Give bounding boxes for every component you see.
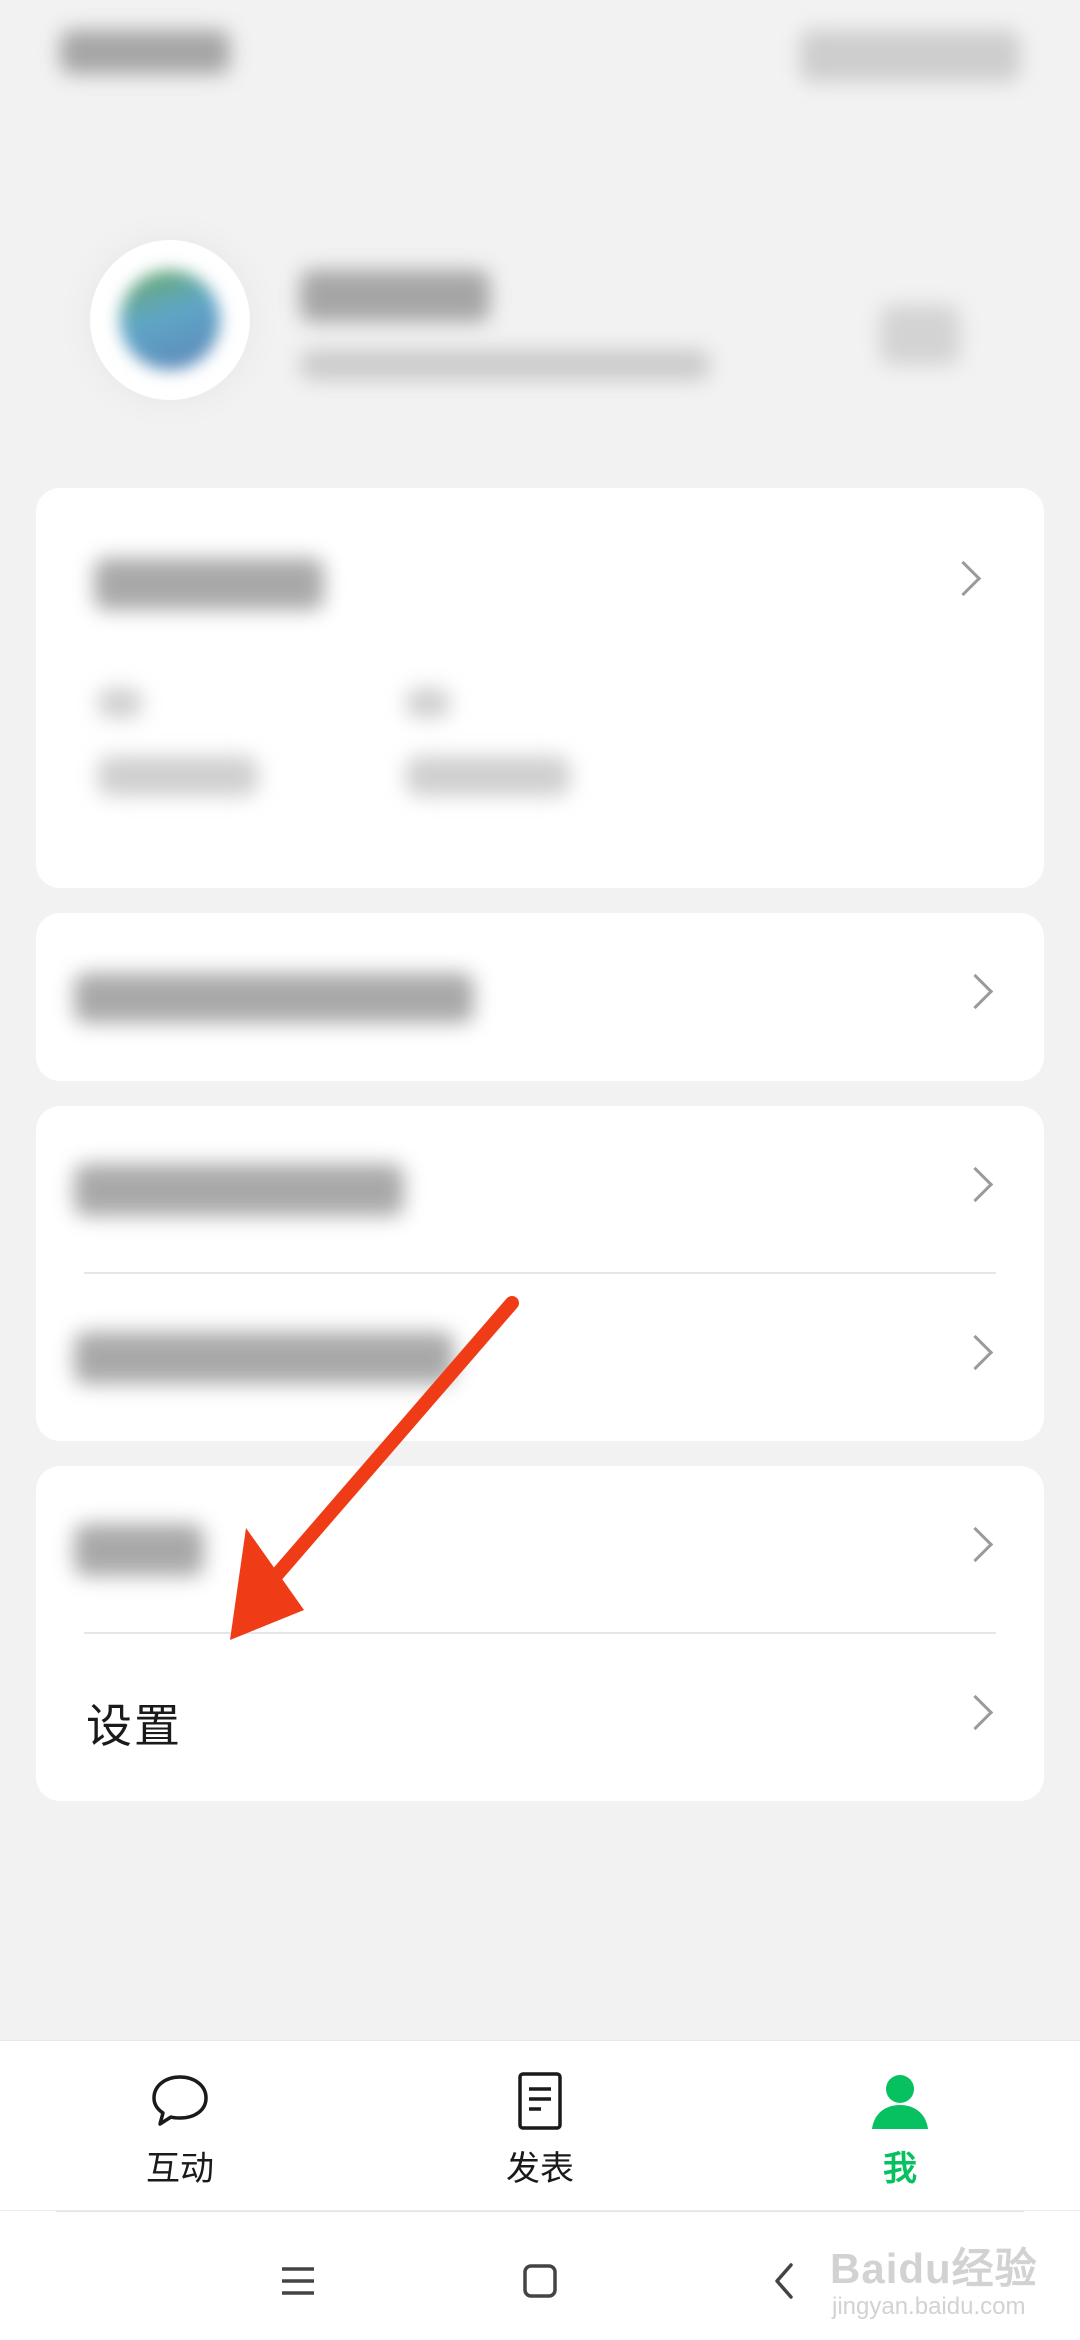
home-icon[interactable] [510,2251,570,2311]
annotation-arrow-head [230,1528,304,1640]
menu-icon[interactable] [268,2251,328,2311]
divider [56,2211,1024,2212]
document-icon [518,2072,562,2130]
bottom-tab-bar: 互动 发表 我 [0,2040,1080,2211]
watermark-url: jingyan.baidu.com [832,2293,1026,2320]
tab-label: 互动 [146,2150,214,2188]
person-icon [872,2075,928,2129]
tab-publish[interactable]: 发表 [440,2041,640,2211]
tab-me[interactable]: 我 [800,2041,1000,2211]
watermark-logo: Baidu经验 [830,2245,1038,2292]
tab-label: 发表 [506,2150,574,2188]
annotation-arrow-shaft [261,1296,519,1592]
annotation-arrow [230,1296,519,1640]
chat-bubble-icon [152,2075,208,2126]
tab-label: 我 [883,2150,917,2188]
tab-interact[interactable]: 互动 [80,2041,280,2211]
watermark: Baidu经验 jingyan.baidu.com [820,2225,1070,2335]
screen: 设置 互动 发表 我 Baidu经验 jingyan.baidu.com [0,0,1080,2340]
back-icon[interactable] [755,2251,815,2311]
